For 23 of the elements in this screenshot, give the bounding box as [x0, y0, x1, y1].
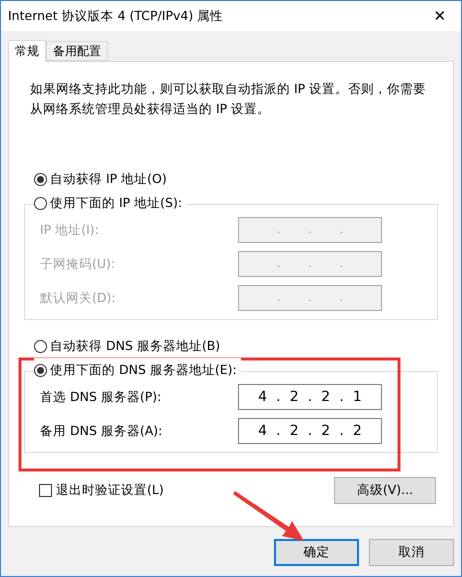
checkbox-label: 退出时验证设置(L): [56, 482, 164, 499]
radio-label: 自动获得 DNS 服务器地址(B): [50, 338, 220, 354]
radio-label: 自动获得 IP 地址(O): [50, 170, 167, 188]
radio-button[interactable]: [34, 340, 47, 352]
window-title: Internet 协议版本 4 (TCP/IPv4) 属性: [8, 8, 224, 24]
tab[interactable]: 备用配置: [46, 41, 108, 61]
radio-label: 使用下面的 DNS 服务器地址(E):: [50, 362, 237, 378]
close-button[interactable]: ✕: [425, 1, 455, 31]
field-label: 首选 DNS 服务器(P):: [40, 388, 162, 406]
field-label: IP 地址(I):: [40, 222, 99, 238]
field-label: 备用 DNS 服务器(A):: [40, 422, 162, 440]
field-label: 子网掩码(U):: [40, 256, 116, 272]
radio-label: 使用下面的 IP 地址(S):: [50, 194, 182, 212]
ip-address-field[interactable]: 4 . 2 . 2 . 2: [238, 418, 382, 444]
checkbox[interactable]: [39, 484, 52, 497]
dialog-button[interactable]: 确定: [274, 539, 359, 566]
radio-button[interactable]: [34, 364, 47, 376]
ip-address-field[interactable]: 4 . 2 . 2 . 1: [238, 384, 382, 410]
dialog-button[interactable]: 取消: [369, 539, 454, 566]
advanced-button[interactable]: 高级(V)...: [334, 477, 436, 504]
field-label: 默认网关(D):: [40, 290, 116, 306]
tab[interactable]: 常规: [8, 40, 46, 62]
description-text: 如果网络支持此功能，则可以获取自动指派的 IP 设置。否则，你需要从网络系统管理员处获得适当的 IP 设置。: [30, 80, 428, 118]
